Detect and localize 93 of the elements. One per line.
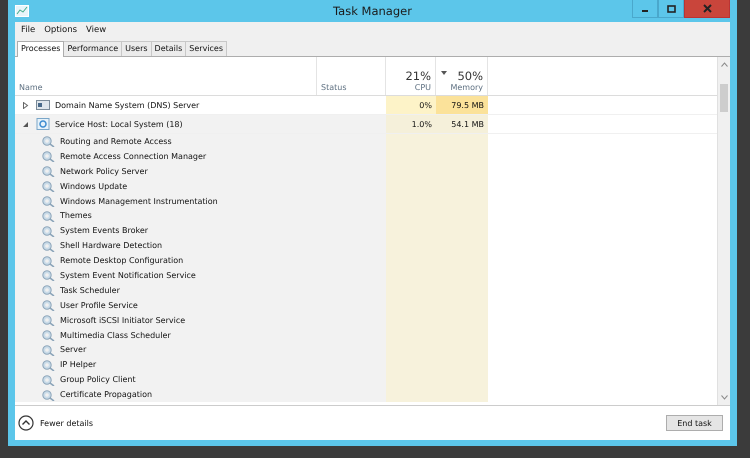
app-icon — [15, 5, 29, 17]
service-icon — [41, 165, 55, 178]
table-row[interactable]: Remote Desktop Configuration — [15, 253, 717, 268]
maximize-button[interactable] — [658, 0, 684, 18]
table-row[interactable]: Windows Management Instrumentation — [15, 194, 717, 208]
column-header[interactable]: Name — [19, 83, 312, 92]
table-row[interactable]: System Event Notification Service — [15, 268, 717, 283]
tab[interactable]: Details — [150, 41, 186, 56]
service-name: Certificate Propagation — [60, 390, 152, 400]
minimize-button[interactable] — [632, 0, 658, 18]
tab[interactable]: Processes — [17, 41, 64, 57]
service-name: Windows Update — [60, 182, 128, 191]
column-header[interactable]: CPU — [414, 83, 431, 92]
close-icon[interactable] — [702, 4, 712, 13]
service-name: Shell Hardware Detection — [60, 241, 162, 250]
table-row[interactable]: Remote Access Connection Manager — [15, 148, 717, 164]
expand-arrow-icon[interactable] — [22, 102, 29, 108]
service-icon — [41, 344, 55, 356]
scroll-up-icon[interactable] — [720, 62, 728, 67]
service-name: Windows Management Instrumentation — [60, 196, 218, 206]
scroll-down-icon[interactable] — [720, 395, 728, 400]
menu-item[interactable]: Options — [40, 25, 82, 35]
service-icon — [41, 224, 55, 237]
service-name: IP Helper — [60, 360, 96, 370]
table-row[interactable]: Routing and Remote Access — [15, 134, 717, 149]
end-task-button[interactable]: End task — [666, 415, 723, 431]
fewer-details-link[interactable]: Fewer details — [18, 415, 94, 431]
service-icon — [41, 150, 55, 162]
service-name: Group Policy Client — [60, 375, 136, 384]
window-title: Task Manager — [333, 4, 412, 18]
process-name: Domain Name System (DNS) Server — [55, 100, 200, 110]
table-row[interactable]: User Profile Service — [15, 298, 717, 313]
service-icon — [41, 314, 55, 326]
cpu-cell: 1.0% — [386, 115, 436, 133]
service-name: Multimedia Class Scheduler — [60, 330, 171, 340]
service-name: Server — [60, 345, 86, 354]
table-row[interactable]: Server — [15, 342, 717, 358]
collapse-arrow-icon[interactable] — [22, 120, 29, 128]
table-row[interactable]: Multimedia Class Scheduler — [15, 328, 717, 342]
table-row[interactable]: Group Policy Client — [15, 372, 717, 388]
service-name: Remote Access Connection Manager — [60, 152, 206, 161]
menu-item[interactable]: File — [17, 25, 40, 35]
tab[interactable]: Performance — [63, 41, 122, 56]
service-icon — [41, 374, 55, 386]
close-button[interactable] — [684, 0, 730, 18]
table-row[interactable]: Service Host: Local System (18) 1.0% 54.1 MB — [15, 115, 717, 134]
collapse-icon[interactable] — [18, 415, 34, 431]
service-icon — [41, 284, 55, 296]
service-icon — [41, 329, 55, 342]
table-row[interactable]: Domain Name System (DNS) Server 0% 79.5 MB — [15, 96, 717, 115]
process-name: Service Host: Local System (18) — [55, 120, 183, 128]
service-name: Remote Desktop Configuration — [60, 256, 184, 266]
service-name: Routing and Remote Access — [60, 136, 172, 146]
table-row[interactable]: Microsoft iSCSI Initiator Service — [15, 312, 717, 328]
table-row[interactable]: Shell Hardware Detection — [15, 238, 717, 254]
service-icon — [41, 269, 55, 282]
service-icon — [41, 254, 55, 267]
maximize-icon[interactable] — [666, 4, 676, 12]
service-icon — [41, 388, 55, 401]
scrollbar[interactable] — [717, 57, 730, 405]
table-row[interactable]: Themes — [15, 208, 717, 224]
table-row[interactable]: Task Scheduler — [15, 282, 717, 298]
service-icon — [41, 358, 55, 371]
tab[interactable]: Services — [185, 41, 228, 56]
table-row[interactable]: Certificate Propagation — [15, 387, 717, 402]
menu-item[interactable]: View — [82, 25, 112, 35]
service-name: Themes — [60, 211, 92, 220]
scroll-thumb[interactable] — [720, 84, 728, 112]
service-name: System Event Notification Service — [60, 270, 196, 280]
service-icon — [41, 299, 55, 312]
table-row[interactable]: Windows Update — [15, 178, 717, 194]
column-header[interactable]: Status — [321, 83, 381, 92]
column-total: 21% — [405, 69, 431, 83]
table-row[interactable]: System Events Broker — [15, 223, 717, 238]
service-icon — [41, 180, 55, 192]
column-total: 50% — [457, 69, 483, 83]
service-name: User Profile Service — [60, 300, 138, 310]
tab[interactable]: Users — [121, 41, 152, 56]
service-icon — [41, 135, 55, 148]
table-row[interactable]: IP Helper — [15, 357, 717, 372]
service-name: System Events Broker — [60, 226, 148, 236]
window-icon — [36, 99, 50, 111]
service-name: Microsoft iSCSI Initiator Service — [60, 316, 186, 325]
service-icon — [41, 210, 55, 222]
memory-cell: 79.5 MB — [436, 96, 488, 114]
service-name: Task Scheduler — [60, 286, 120, 295]
memory-cell: 54.1 MB — [436, 115, 488, 133]
service-name: Network Policy Server — [60, 166, 148, 176]
service-icon — [41, 240, 55, 252]
column-header[interactable]: Memory — [450, 83, 483, 92]
service-icon — [41, 195, 55, 207]
cpu-cell: 0% — [386, 96, 436, 114]
table-row[interactable]: Network Policy Server — [15, 164, 717, 179]
